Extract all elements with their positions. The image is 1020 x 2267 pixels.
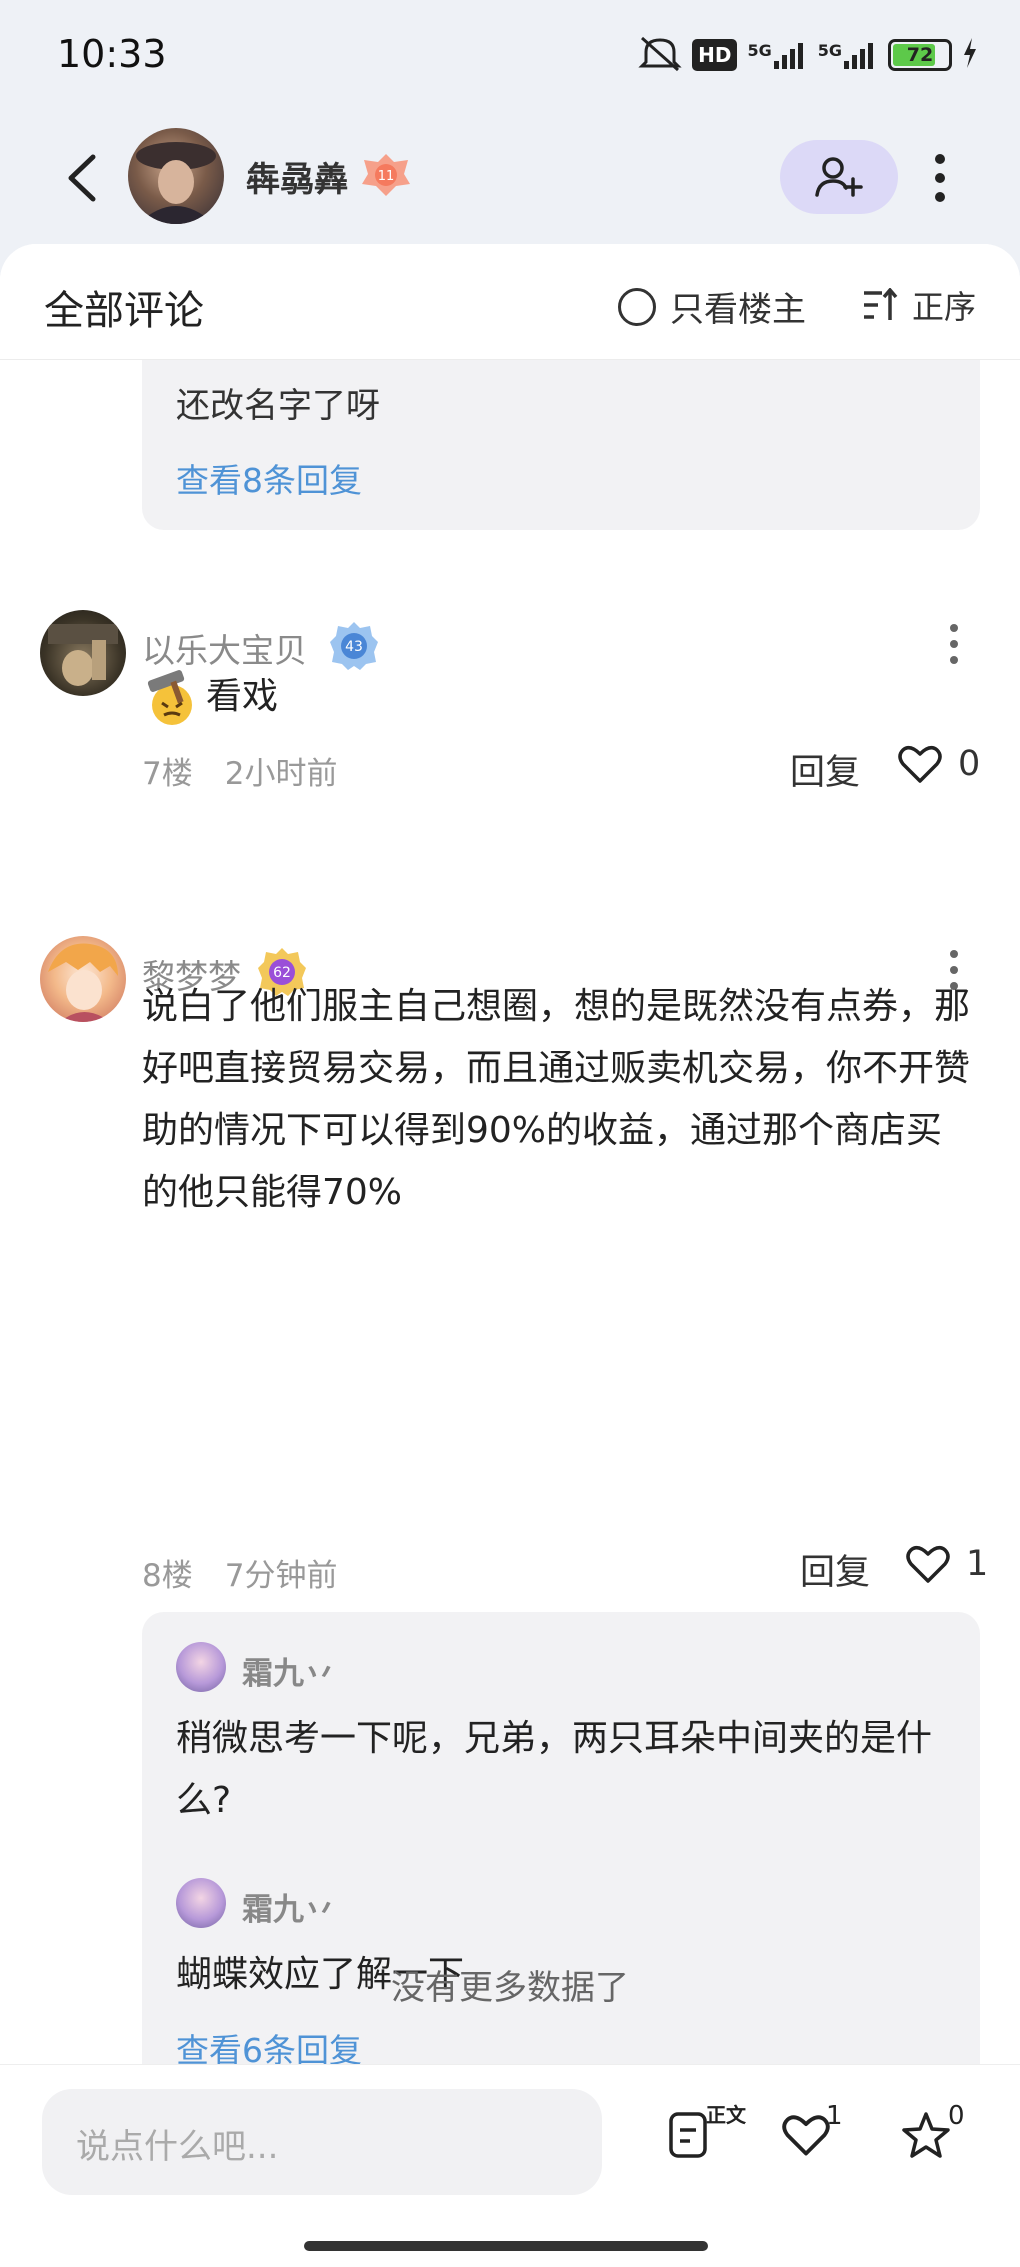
document-label: 正文 <box>706 2103 746 2127</box>
owner-name[interactable]: 犇骉羴 <box>246 152 348 201</box>
hammer-face-emoji <box>147 670 192 725</box>
comment-meta: 8楼 7分钟前 <box>142 1550 337 1595</box>
more-vertical-icon[interactable] <box>946 614 962 674</box>
battery-icon: 72 <box>888 39 952 71</box>
floor-number: 8楼 <box>142 1558 193 1594</box>
heart-icon <box>906 1546 950 1583</box>
like-count: 1 <box>966 1544 989 1584</box>
level-number: 43 <box>345 639 363 655</box>
post-header: 犇骉羴 11 <box>0 112 1020 242</box>
no-more-data: 没有更多数据了 <box>391 1968 629 2008</box>
sub-reply-user[interactable]: 霜九丷 <box>242 1884 335 1929</box>
avatar[interactable] <box>40 610 126 696</box>
owner-level: 11 <box>378 169 395 184</box>
signal-5g-icon: 5G <box>747 41 807 69</box>
signal-5g-icon: 5G <box>818 41 878 69</box>
back-arrow-icon <box>68 154 96 202</box>
battery-level: 72 <box>906 44 934 66</box>
heart-icon <box>782 2115 830 2156</box>
view-replies-link[interactable]: 查看8条回复 <box>176 454 362 502</box>
follow-button[interactable] <box>780 140 898 214</box>
comments-panel-header: 全部评论 只看楼主 正序 <box>0 244 1020 360</box>
status-bar: 10:33 HD 5G 5G 72 <box>0 0 1020 112</box>
view-replies-link[interactable]: 查看6条回复 <box>176 2024 362 2064</box>
comment-input[interactable]: 说点什么吧... <box>42 2089 602 2195</box>
user-name[interactable]: 以乐大宝贝 <box>142 624 307 672</box>
owner-level-badge: 11 <box>360 152 412 198</box>
only-owner-toggle[interactable]: 只看楼主 <box>618 282 806 331</box>
comment-body: 看戏 <box>142 666 972 728</box>
signal-label: 5G <box>747 41 772 60</box>
signal-label: 5G <box>817 41 842 60</box>
comment-text: 说白了他们服主自己想圈，想的是既然没有点券，那好吧直接贸易交易，而且通过贩卖机交… <box>142 986 971 1213</box>
like-button[interactable]: 0 <box>898 744 980 784</box>
panel-title: 全部评论 <box>44 288 204 334</box>
status-time: 10:33 <box>57 32 167 76</box>
avatar[interactable] <box>176 1878 226 1928</box>
reply-text: 还改名字了呀 <box>176 386 380 426</box>
document-icon <box>669 2112 707 2158</box>
comment-time: 7分钟前 <box>224 1558 338 1594</box>
comments-panel: 全部评论 只看楼主 正序 还改名字了呀 查看8条回复 以乐大宝贝 43 看戏 7… <box>0 244 1020 2064</box>
add-user-icon <box>815 157 863 197</box>
heart-icon <box>898 746 942 783</box>
sort-label: 正序 <box>912 288 977 326</box>
owner-avatar[interactable] <box>128 128 224 224</box>
star-icon <box>902 2112 950 2158</box>
bottom-bar: 说点什么吧... 正文 1 0 <box>0 2064 1020 2267</box>
sub-reply-text: 稍微思考一下呢，兄弟，两只耳朵中间夹的是什么? <box>176 1718 933 1821</box>
sub-reply: 霜九丷 稍微思考一下呢，兄弟，两只耳朵中间夹的是什么? <box>176 1642 956 1842</box>
charging-icon <box>962 38 978 72</box>
only-owner-label: 只看楼主 <box>670 290 806 330</box>
hd-icon: HD <box>692 39 738 71</box>
mute-icon <box>638 34 682 76</box>
back-button[interactable] <box>52 148 112 208</box>
level-badge: 43 <box>328 620 380 672</box>
reply-button[interactable]: 回复 <box>790 744 860 795</box>
floor-number: 7楼 <box>142 756 193 792</box>
sort-toggle[interactable]: 正序 <box>862 282 976 328</box>
like-count: 0 <box>958 744 981 784</box>
like-button[interactable]: 1 <box>906 1544 988 1584</box>
comment-meta: 7楼 2小时前 <box>142 748 337 793</box>
comment-time: 2小时前 <box>224 756 338 792</box>
star-count: 0 <box>948 2101 965 2131</box>
avatar[interactable] <box>176 1642 226 1692</box>
home-indicator[interactable] <box>304 2241 708 2251</box>
like-count: 1 <box>826 2101 843 2131</box>
hd-label: HD <box>698 43 732 67</box>
avatar[interactable] <box>40 936 126 1022</box>
favorite-button[interactable] <box>896 2105 956 2165</box>
status-icons: HD 5G 5G 72 <box>638 34 978 76</box>
comment-text: 看戏 <box>206 676 279 717</box>
sub-reply-user[interactable]: 霜九丷 <box>242 1648 335 1693</box>
reply-button[interactable]: 回复 <box>800 1544 870 1595</box>
more-vertical-icon[interactable] <box>920 148 960 208</box>
sort-icon <box>864 288 898 320</box>
radio-icon <box>618 287 656 326</box>
